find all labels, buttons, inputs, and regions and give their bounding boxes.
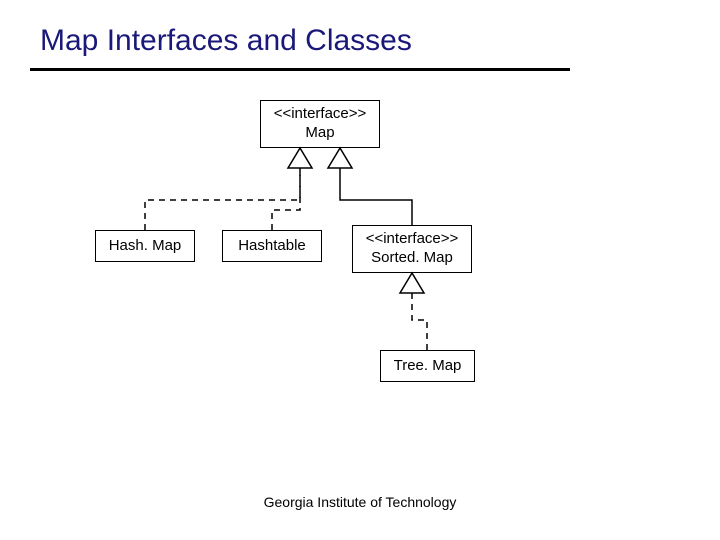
title-underline (30, 68, 570, 71)
node-hashtable-name: Hashtable (229, 237, 315, 256)
node-map-stereo: <<interface>> (267, 105, 373, 124)
node-hashmap: Hash. Map (95, 230, 195, 262)
node-sortedmap-stereo: <<interface>> (359, 230, 465, 249)
node-hashtable: Hashtable (222, 230, 322, 262)
node-sortedmap: <<interface>> Sorted. Map (352, 225, 472, 273)
page-title: Map Interfaces and Classes (40, 24, 412, 58)
node-hashmap-name: Hash. Map (102, 237, 188, 256)
node-map-name: Map (267, 124, 373, 143)
node-treemap-name: Tree. Map (387, 357, 468, 376)
node-sortedmap-name: Sorted. Map (359, 249, 465, 268)
node-treemap: Tree. Map (380, 350, 475, 382)
footer-text: Georgia Institute of Technology (0, 494, 720, 510)
node-map: <<interface>> Map (260, 100, 380, 148)
